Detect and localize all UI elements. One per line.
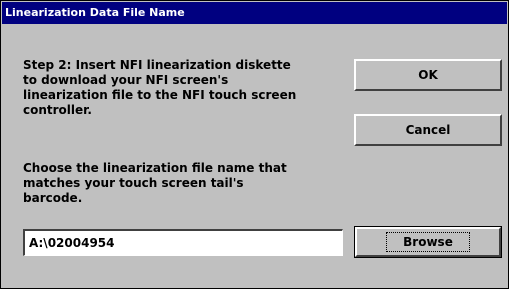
linearization-dialog: Linearization Data File Name Step 2: Ins… (0, 0, 509, 289)
ok-button[interactable]: OK (354, 59, 502, 91)
dialog-title-bar[interactable]: Linearization Data File Name (2, 2, 507, 24)
dialog-title: Linearization Data File Name (5, 6, 185, 19)
cancel-button[interactable]: Cancel (354, 114, 502, 146)
browse-button[interactable]: Browse (354, 226, 502, 258)
choose-file-instructions: Choose the linearization file name that … (23, 161, 287, 205)
browse-button-label: Browse (386, 232, 470, 252)
file-name-input[interactable] (23, 229, 343, 256)
step-instructions: Step 2: Insert NFI linearization diskett… (23, 58, 297, 117)
